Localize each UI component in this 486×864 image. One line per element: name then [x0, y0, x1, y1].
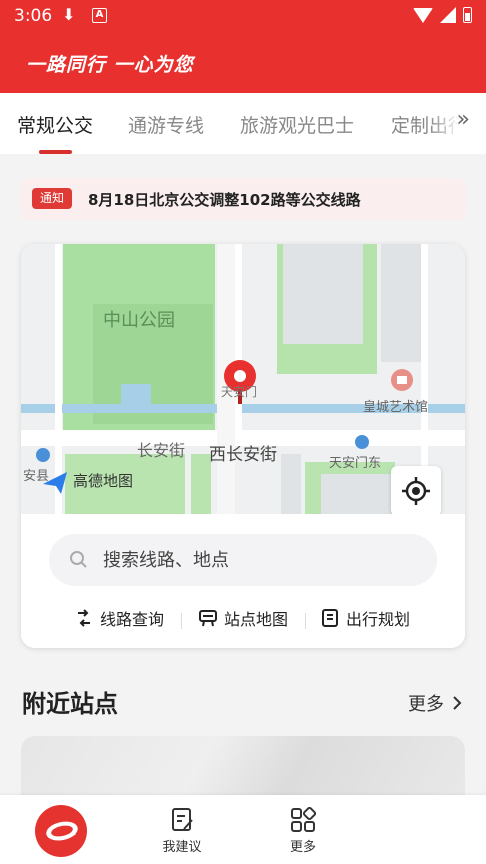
download-icon: ⬇ — [62, 5, 76, 24]
search-input[interactable] — [103, 534, 423, 586]
a-notification-icon: A — [92, 8, 107, 23]
route-query-icon — [78, 609, 90, 627]
station-map-button[interactable]: 站点地图 — [199, 606, 288, 630]
quick-actions: 线路查询 站点地图 出行规划 — [21, 606, 465, 636]
map-label-gallery: 皇城艺术馆 — [363, 400, 428, 415]
suggestion-nav-button[interactable]: 我建议 — [152, 807, 212, 855]
active-tab-indicator — [39, 150, 72, 154]
tab-regular-bus[interactable]: 常规公交 — [17, 111, 93, 138]
map-provider-label: 高德地图 — [73, 472, 133, 490]
station-map-icon — [199, 610, 217, 627]
route-query-button[interactable]: 线路查询 — [75, 606, 164, 630]
signal-icon — [440, 7, 456, 23]
more-nav-label: 更多 — [289, 840, 316, 855]
status-bar: 3:06 ⬇ A — [0, 0, 486, 34]
tabs-more-icon[interactable]: » — [457, 107, 470, 132]
more-grid-icon — [291, 807, 316, 832]
tab-sightseeing-bus[interactable]: 旅游观光巴士 — [240, 111, 354, 138]
notice-banner[interactable]: 通知 8月18日北京公交调整102路等公交线路 — [20, 178, 466, 220]
map-card: 中山公园 天安门 皇城艺术馆 长安街 西长安街 天安门东 安县 高德地图 搜索线… — [21, 244, 465, 648]
category-tabs: 常规公交 通游专线 旅游观光巴士 定制出行 » — [0, 93, 486, 154]
battery-icon — [463, 7, 472, 23]
bottom-nav: 我建议 更多 — [0, 795, 486, 864]
locate-button[interactable] — [391, 466, 441, 516]
notice-text: 8月18日北京公交调整102路等公交线路 — [88, 191, 361, 209]
map-label-tiananmen-east: 天安门东 — [329, 456, 381, 471]
map-label-park: 中山公园 — [103, 310, 175, 331]
divider — [181, 613, 182, 629]
map-label-west-changan: 西长安街 — [209, 445, 277, 465]
route-query-label: 线路查询 — [100, 610, 165, 629]
search-box[interactable] — [49, 534, 437, 586]
search-panel: 线路查询 站点地图 出行规划 — [21, 514, 465, 648]
status-time: 3:06 — [14, 6, 53, 26]
station-map-label: 站点地图 — [224, 610, 289, 629]
map-label-changan: 长安街 — [137, 441, 185, 460]
divider — [305, 613, 306, 629]
more-nav-button[interactable]: 更多 — [273, 807, 333, 855]
tab-tourist-line[interactable]: 通游专线 — [128, 111, 204, 138]
nearby-more-link[interactable]: 更多 — [408, 690, 462, 716]
map-label-tiananmen: 天安门 — [221, 384, 257, 399]
trip-plan-icon — [322, 609, 338, 627]
slogan: 一路同行 一心为您 — [26, 54, 194, 76]
home-nav-button[interactable] — [35, 805, 87, 857]
crosshair-icon — [402, 477, 430, 505]
nearby-stations-title: 附近站点 — [22, 690, 118, 718]
suggestion-icon — [172, 808, 193, 831]
bus-logo-icon — [46, 821, 78, 841]
trip-plan-button[interactable]: 出行规划 — [321, 606, 410, 630]
chevron-right-icon — [453, 696, 462, 710]
notice-badge: 通知 — [32, 188, 72, 209]
status-right-group — [413, 7, 472, 23]
suggestion-nav-label: 我建议 — [162, 840, 202, 855]
map-label-station-left: 安县 — [23, 469, 49, 484]
nearby-more-label: 更多 — [408, 694, 444, 715]
search-icon — [70, 551, 87, 568]
wifi-icon — [413, 7, 433, 23]
trip-plan-label: 出行规划 — [346, 610, 411, 629]
